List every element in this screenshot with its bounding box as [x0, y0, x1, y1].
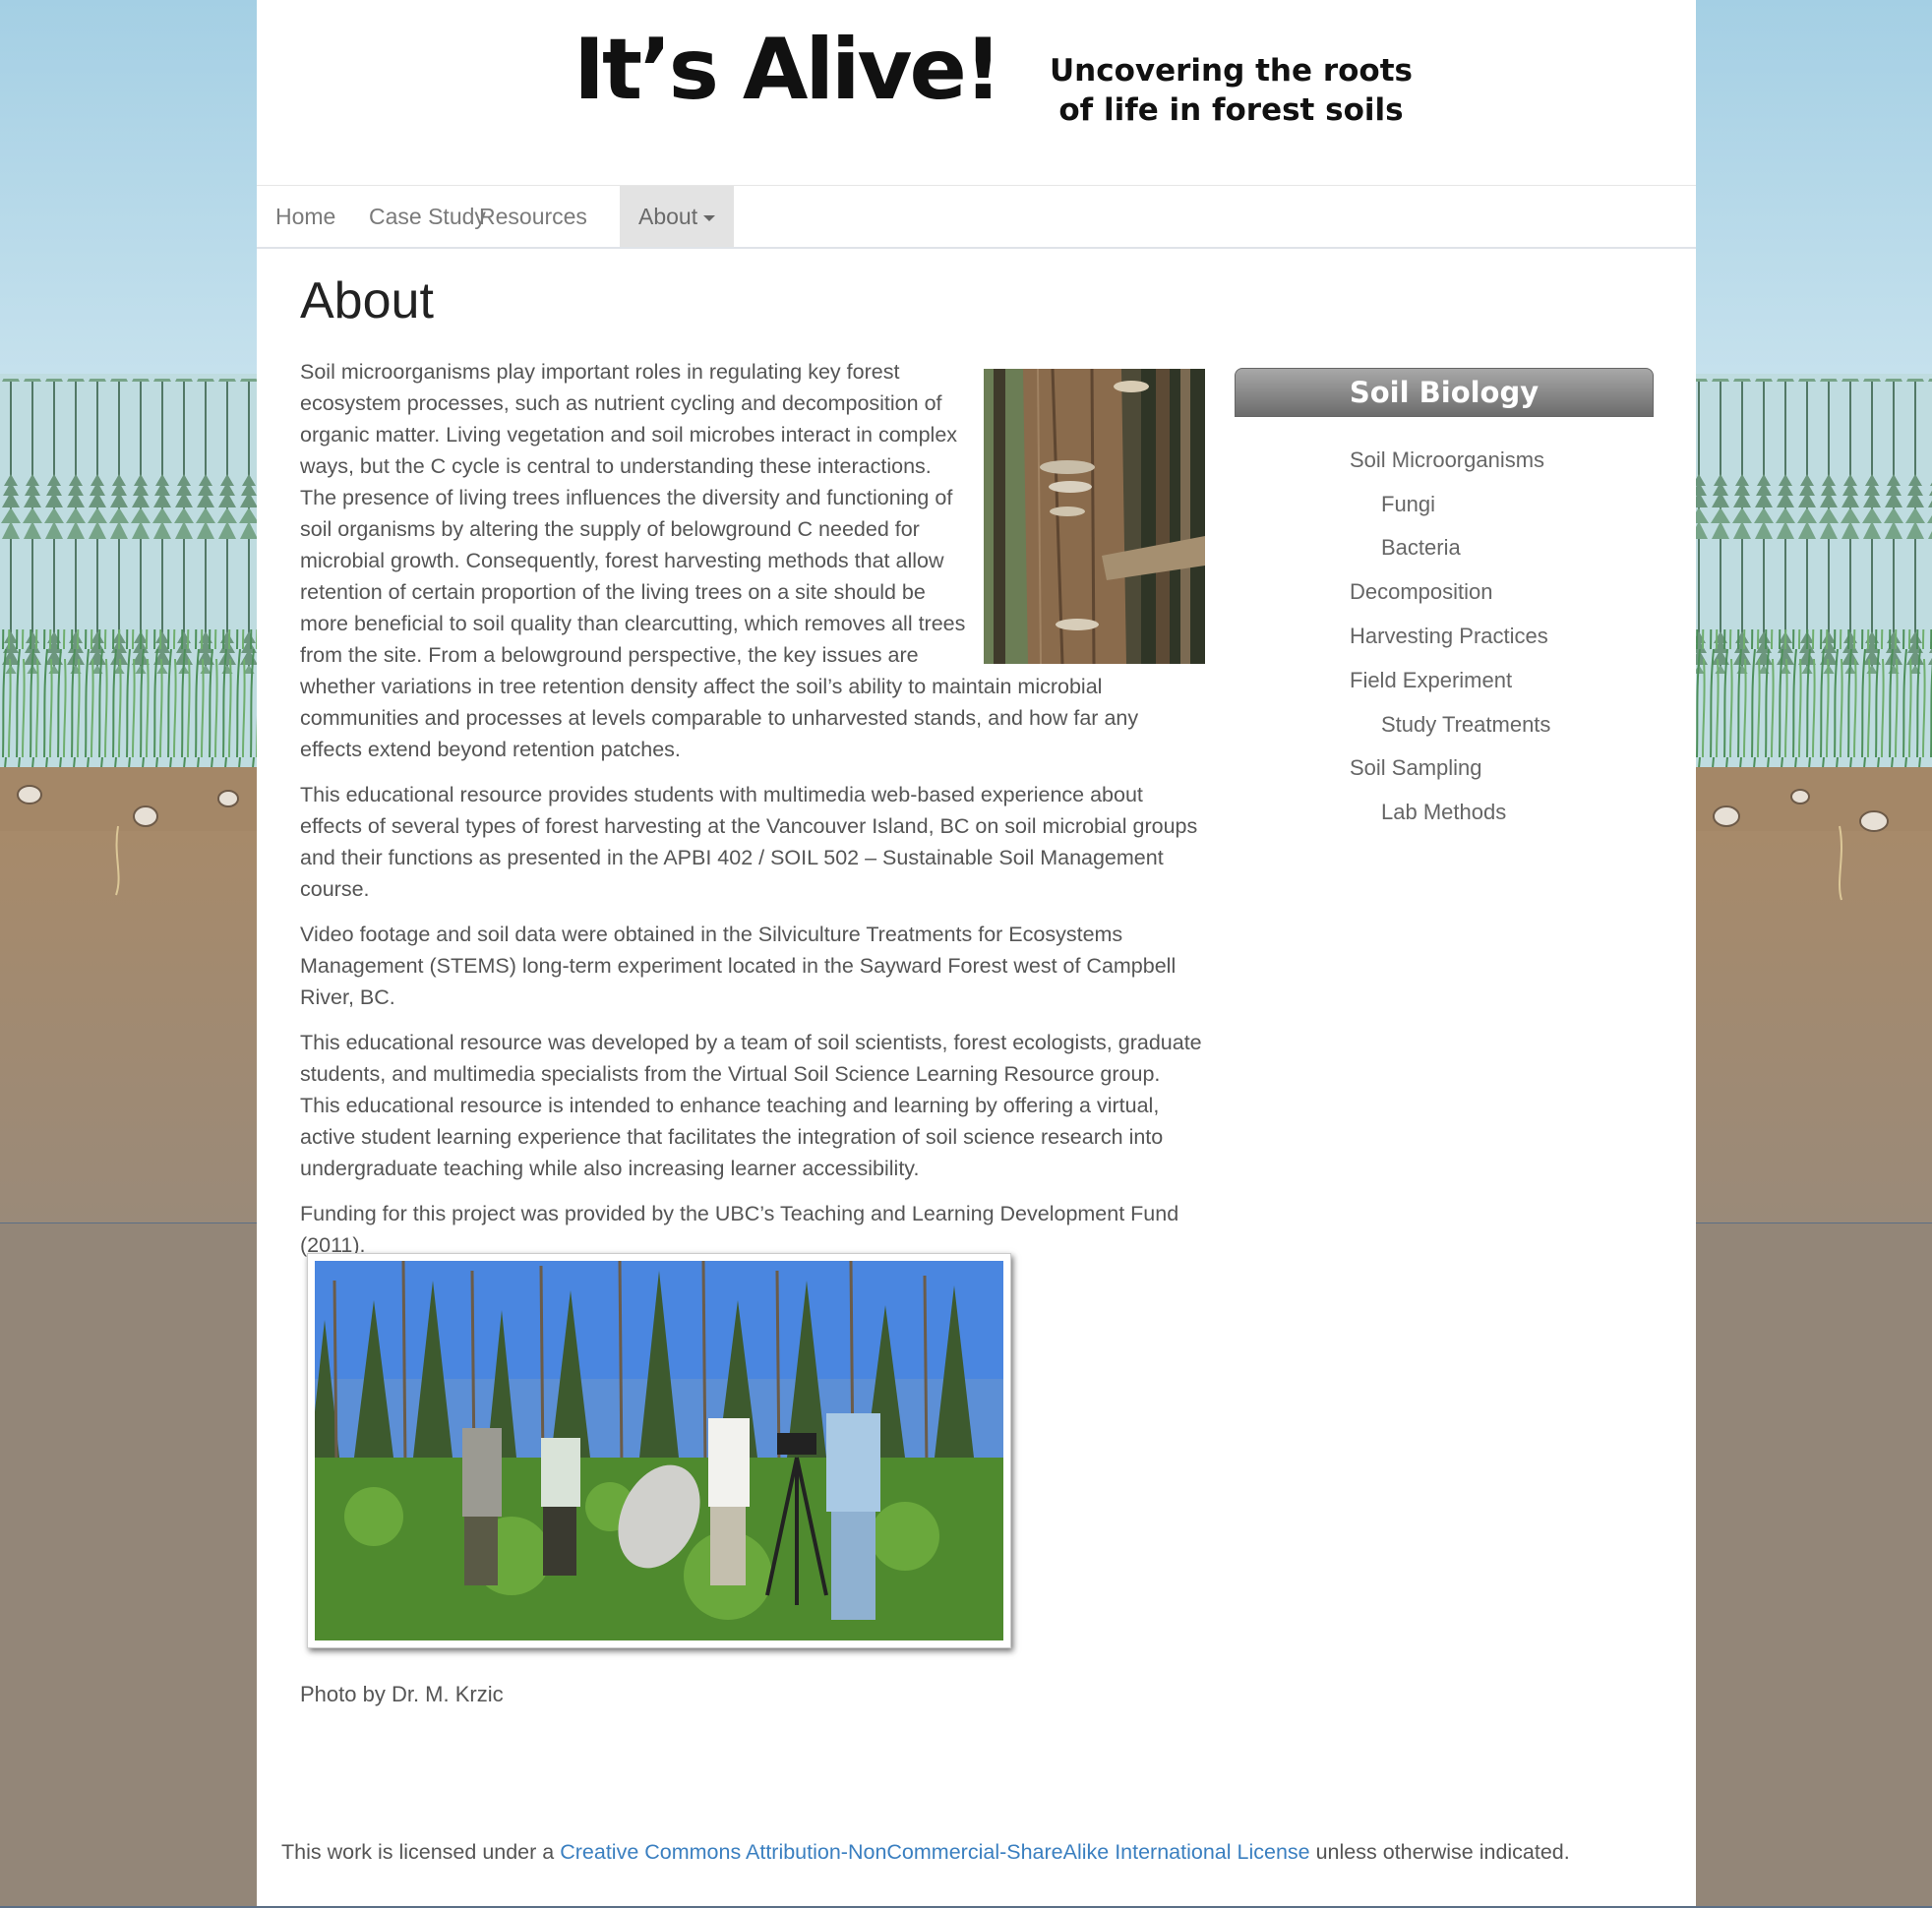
license-suffix: unless otherwise indicated. [1315, 1840, 1570, 1864]
nav-home-label: Home [275, 204, 336, 229]
site-title[interactable]: It’s Alive! [574, 28, 1002, 112]
main-nav: Home Case Study Resources About [257, 186, 1696, 249]
license-link[interactable]: Creative Commons Attribution-NonCommerci… [560, 1840, 1309, 1864]
caret-down-icon [703, 214, 716, 221]
film-crew-photo [307, 1253, 1011, 1648]
sidebar-link-harvesting-practices[interactable]: Harvesting Practices [1350, 624, 1548, 649]
site-subtitle-line-2: of life in forest soils [1058, 92, 1404, 128]
sidebar-link-soil-microorganisms[interactable]: Soil Microorganisms [1350, 447, 1544, 473]
nav-about[interactable]: About [620, 186, 735, 247]
sidebar-heading: Soil Biology [1235, 368, 1654, 417]
nav-resources[interactable]: Resources [460, 186, 606, 247]
sidebar-link-field-experiment[interactable]: Field Experiment [1350, 668, 1512, 693]
license-footer: This work is licensed under a Creative C… [281, 1840, 1570, 1865]
sidebar-link-lab-methods[interactable]: Lab Methods [1381, 800, 1506, 825]
photo-caption: Photo by Dr. M. Krzic [300, 1682, 504, 1706]
sidebar-link-decomposition[interactable]: Decomposition [1350, 579, 1493, 605]
sidebar-link-study-treatments[interactable]: Study Treatments [1381, 712, 1550, 738]
site-subtitle: Uncovering the roots of life in forest s… [1050, 51, 1413, 130]
site-subtitle-line-1: Uncovering the roots [1050, 53, 1413, 89]
about-paragraph: This educational resource was developed … [300, 1031, 1202, 1180]
page-container: It’s Alive! Uncovering the roots of life… [257, 0, 1696, 1908]
fungi-tree-photo [984, 369, 1205, 664]
nav-about-label: About [638, 204, 698, 229]
sidebar-link-bacteria[interactable]: Bacteria [1381, 535, 1461, 561]
about-paragraph: Funding for this project was provided by… [300, 1202, 1179, 1257]
about-paragraph: This educational resource provides stude… [300, 783, 1198, 901]
license-prefix: This work is licensed under a [281, 1840, 555, 1864]
nav-resources-label: Resources [479, 204, 587, 229]
nav-home[interactable]: Home [257, 186, 354, 247]
sidebar-link-fungi[interactable]: Fungi [1381, 492, 1435, 517]
about-content: Soil microorganisms play important roles… [300, 356, 1205, 1275]
site-banner: It’s Alive! Uncovering the roots of life… [257, 0, 1696, 186]
sidebar-link-soil-sampling[interactable]: Soil Sampling [1350, 755, 1482, 781]
page-title: About [300, 272, 434, 329]
about-paragraph: Video footage and soil data were obtaine… [300, 923, 1177, 1009]
